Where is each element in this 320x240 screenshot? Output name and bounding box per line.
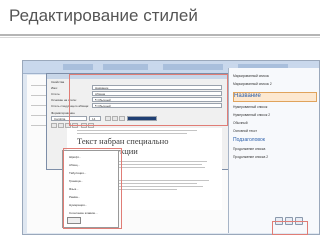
- font-select[interactable]: Cambria: [51, 116, 87, 121]
- format-section-label: Форматирование: [51, 111, 75, 115]
- bold-button[interactable]: [105, 116, 111, 121]
- align-left-button[interactable]: [51, 123, 57, 128]
- menu-item-tabs[interactable]: Табуляция...: [69, 171, 86, 175]
- font-color-select[interactable]: [127, 116, 157, 121]
- menu-item-language[interactable]: Язык...: [69, 187, 79, 191]
- menu-item-numbering[interactable]: Нумерация...: [69, 203, 87, 207]
- based-on-select[interactable]: ¶ Обычный: [92, 97, 222, 102]
- name-label: Имя:: [51, 86, 58, 90]
- menu-item-frame[interactable]: Рамка...: [69, 195, 80, 199]
- menu-item-shortcut[interactable]: Сочетание клавиш...: [69, 211, 98, 215]
- menu-item-border[interactable]: Граница...: [69, 179, 83, 183]
- style-item[interactable]: Нумерованный список 2: [233, 113, 315, 119]
- style-item[interactable]: Продолжение списка 2: [233, 155, 315, 161]
- slide-title: Редактирование стилей: [9, 6, 198, 25]
- new-style-icon[interactable]: [275, 217, 283, 225]
- style-type-select[interactable]: Абзаца: [92, 91, 222, 96]
- italic-button[interactable]: [112, 116, 118, 121]
- underline-button[interactable]: [119, 116, 125, 121]
- size-select[interactable]: 14: [89, 116, 101, 121]
- style-item[interactable]: Продолжение списка: [233, 147, 315, 153]
- style-item[interactable]: Основной текст: [233, 129, 315, 135]
- dialog-section-label: Свойства: [51, 80, 65, 84]
- dialog-header: [47, 74, 247, 79]
- style-name-field[interactable]: Название: [92, 85, 222, 90]
- manage-styles-icon[interactable]: [295, 217, 303, 225]
- format-menu-button[interactable]: [67, 217, 81, 224]
- menu-item-paragraph[interactable]: Абзац...: [69, 163, 80, 167]
- next-style-label: Стиль следующего абзаца:: [51, 104, 89, 108]
- styles-pane: Маркированный список Маркированный списо…: [228, 68, 319, 233]
- style-item[interactable]: Маркированный список 2: [233, 82, 315, 88]
- next-style-select[interactable]: ¶ Обычный: [92, 103, 222, 108]
- style-item[interactable]: Нумерованный список: [233, 105, 315, 111]
- style-item[interactable]: Обычный: [233, 121, 315, 127]
- based-on-label: Основан на стиле:: [51, 98, 77, 102]
- style-item[interactable]: Подзаголовок: [233, 137, 315, 144]
- title-divider: [0, 34, 320, 36]
- style-type-label: Стиль:: [51, 92, 61, 96]
- menu-item-font[interactable]: Шрифт...: [69, 155, 81, 159]
- align-center-button[interactable]: [58, 123, 64, 128]
- title-divider-thin: [0, 37, 320, 38]
- style-item[interactable]: Маркированный список: [233, 74, 315, 80]
- style-item-selected[interactable]: Название: [233, 92, 317, 102]
- format-menu: Шрифт... Абзац... Табуляция... Граница..…: [62, 150, 119, 228]
- style-inspector-icon[interactable]: [285, 217, 293, 225]
